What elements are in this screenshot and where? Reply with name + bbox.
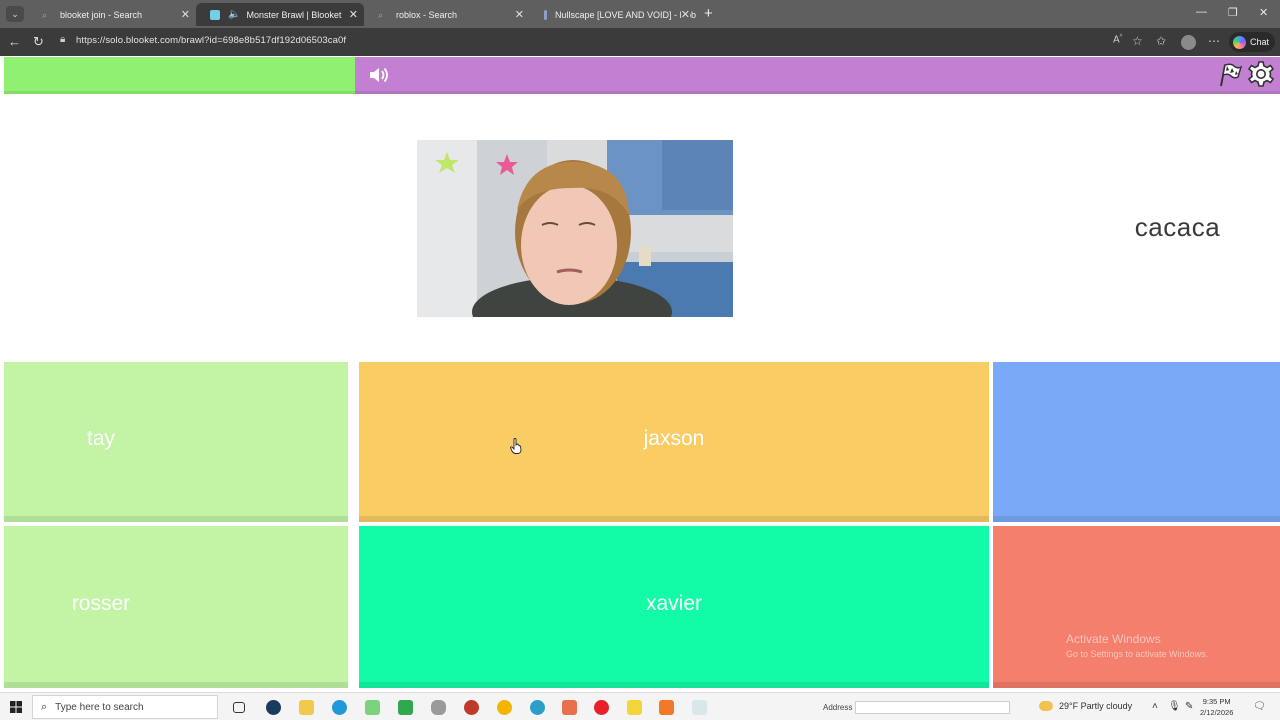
lock-icon[interactable]: 🔒︎ <box>60 34 65 45</box>
app-icon[interactable] <box>464 700 479 715</box>
tray-overflow-icon[interactable]: ˄ <box>1152 701 1158 712</box>
pen-icon[interactable]: ✎ <box>1185 701 1193 712</box>
close-tab-icon[interactable]: ✕ <box>515 8 524 21</box>
close-window-icon[interactable]: ✕ <box>1259 6 1268 19</box>
speaker-icon[interactable]: 🔈 <box>228 9 240 20</box>
more-menu-icon[interactable]: ⋯ <box>1208 34 1220 48</box>
app-icon[interactable] <box>692 700 707 715</box>
blooket-icon <box>210 9 220 20</box>
weather-text: 29°F Partly cloudy <box>1059 701 1133 711</box>
task-view-icon[interactable] <box>233 702 245 713</box>
answer-label: tay <box>86 427 115 450</box>
app-icon[interactable] <box>398 700 413 715</box>
weather-icon <box>1039 701 1053 711</box>
browser-tab[interactable]: ⌕ blooket join - Search ✕ <box>28 3 196 26</box>
app-icon[interactable] <box>365 700 380 715</box>
clock-date: 2/12/2026 <box>1200 708 1234 717</box>
checkered-flag-icon[interactable] <box>1216 62 1242 88</box>
clock-time: 9:35 PM <box>1202 697 1231 706</box>
copilot-icon <box>1233 35 1246 49</box>
search-icon: ⌕ <box>42 9 48 20</box>
hand-cursor-icon <box>510 438 522 454</box>
search-placeholder: Type here to search <box>55 701 144 713</box>
favorite-star-icon[interactable]: ☆ <box>1132 34 1143 48</box>
browser-tab-active[interactable]: 🔈 Monster Brawl | Blooket ✕ <box>196 3 364 26</box>
edge-icon[interactable] <box>332 700 347 715</box>
microphone-icon[interactable]: 🎙︎ <box>1168 701 1181 712</box>
back-arrow-icon[interactable]: ← <box>8 34 21 49</box>
app-icon[interactable] <box>530 700 545 715</box>
taskbar-clock[interactable]: 9:35 PM 2/12/2026 <box>1200 696 1233 718</box>
header-shadow <box>4 91 1280 94</box>
new-tab-icon[interactable]: + <box>704 5 713 22</box>
weather-widget[interactable]: 29°F Partly cloudy <box>1039 701 1132 711</box>
activate-windows-watermark: Activate Windows Go to Settings to activ… <box>1066 632 1208 659</box>
browser-tab[interactable]: Nullscape [LOVE AND VOID] - Rob ✕ <box>530 3 696 26</box>
answer-option-2[interactable]: jaxson <box>359 362 989 522</box>
sound-icon[interactable] <box>368 65 390 85</box>
browser-tab-strip: ⌄ ⌕ blooket join - Search ✕ 🔈 Monster Br… <box>0 0 1280 28</box>
profile-avatar-icon[interactable] <box>1181 35 1196 50</box>
favorites-icon[interactable]: ✩ <box>1156 34 1166 48</box>
close-tab-icon[interactable]: ✕ <box>680 8 690 21</box>
browser-tab[interactable]: ⌕ roblox - Search ✕ <box>364 3 530 26</box>
question-text: cacaca <box>1134 212 1221 242</box>
answer-label: rosser <box>71 592 131 615</box>
steam-icon[interactable] <box>266 700 281 715</box>
address-toolbar-label: Address <box>823 703 853 712</box>
close-tab-icon[interactable]: ✕ <box>181 8 190 21</box>
answer-option-1[interactable]: tay <box>4 362 348 522</box>
gear-icon[interactable] <box>1247 60 1275 88</box>
windows-start-icon[interactable] <box>10 701 22 713</box>
answer-option-5[interactable]: xavier <box>359 526 989 688</box>
tab-list-dropdown-button[interactable]: ⌄ <box>6 6 24 22</box>
app-icon[interactable] <box>659 700 674 715</box>
copilot-chat-button[interactable]: Chat <box>1229 32 1275 52</box>
answer-label: jaxson <box>643 427 705 450</box>
chat-label: Chat <box>1250 37 1270 47</box>
game-header-bar <box>4 57 1280 94</box>
address-toolbar-input[interactable] <box>855 701 1010 714</box>
app-icon[interactable] <box>431 700 446 715</box>
tab-title: Nullscape [LOVE AND VOID] - Rob <box>554 9 696 20</box>
search-icon: ⌕ <box>378 9 384 20</box>
watermark-title: Activate Windows <box>1066 632 1161 646</box>
app-icon[interactable] <box>627 700 642 715</box>
answer-option-6[interactable] <box>993 526 1280 688</box>
question-image <box>417 140 733 317</box>
opera-icon[interactable] <box>594 700 609 715</box>
windows-taskbar: ⌕ Type here to search Address 29°F Partl… <box>0 692 1280 720</box>
notifications-icon[interactable]: 🗨︎ <box>1253 701 1266 712</box>
watermark-subtitle: Go to Settings to activate Windows. <box>1066 649 1209 659</box>
tab-title: blooket join - Search <box>60 9 143 20</box>
tab-title: roblox - Search <box>396 9 458 20</box>
taskbar-search-input[interactable]: ⌕ Type here to search <box>32 695 218 719</box>
app-icon[interactable] <box>562 700 577 715</box>
read-aloud-icon[interactable]: Aᴬ <box>1113 34 1122 45</box>
restore-icon[interactable]: ❐ <box>1228 6 1238 19</box>
url-field[interactable]: https://solo.blooket.com/brawl?id=698e8b… <box>76 35 346 46</box>
minimize-icon[interactable]: — <box>1196 6 1207 18</box>
file-explorer-icon[interactable] <box>299 700 314 715</box>
answer-option-4[interactable]: rosser <box>4 526 348 688</box>
answer-label: xavier <box>645 592 703 615</box>
chrome-icon[interactable] <box>497 700 512 715</box>
refresh-icon[interactable]: ↻ <box>33 34 44 50</box>
tab-title: Monster Brawl | Blooket <box>246 9 342 20</box>
progress-bar-fill <box>4 57 355 94</box>
close-tab-icon[interactable]: ✕ <box>349 8 358 21</box>
answer-option-3[interactable] <box>993 362 1280 522</box>
address-bar-row: ← ↻ 🔒︎ https://solo.blooket.com/brawl?id… <box>0 28 1280 56</box>
search-icon: ⌕ <box>41 700 48 713</box>
roblox-icon <box>544 9 547 20</box>
